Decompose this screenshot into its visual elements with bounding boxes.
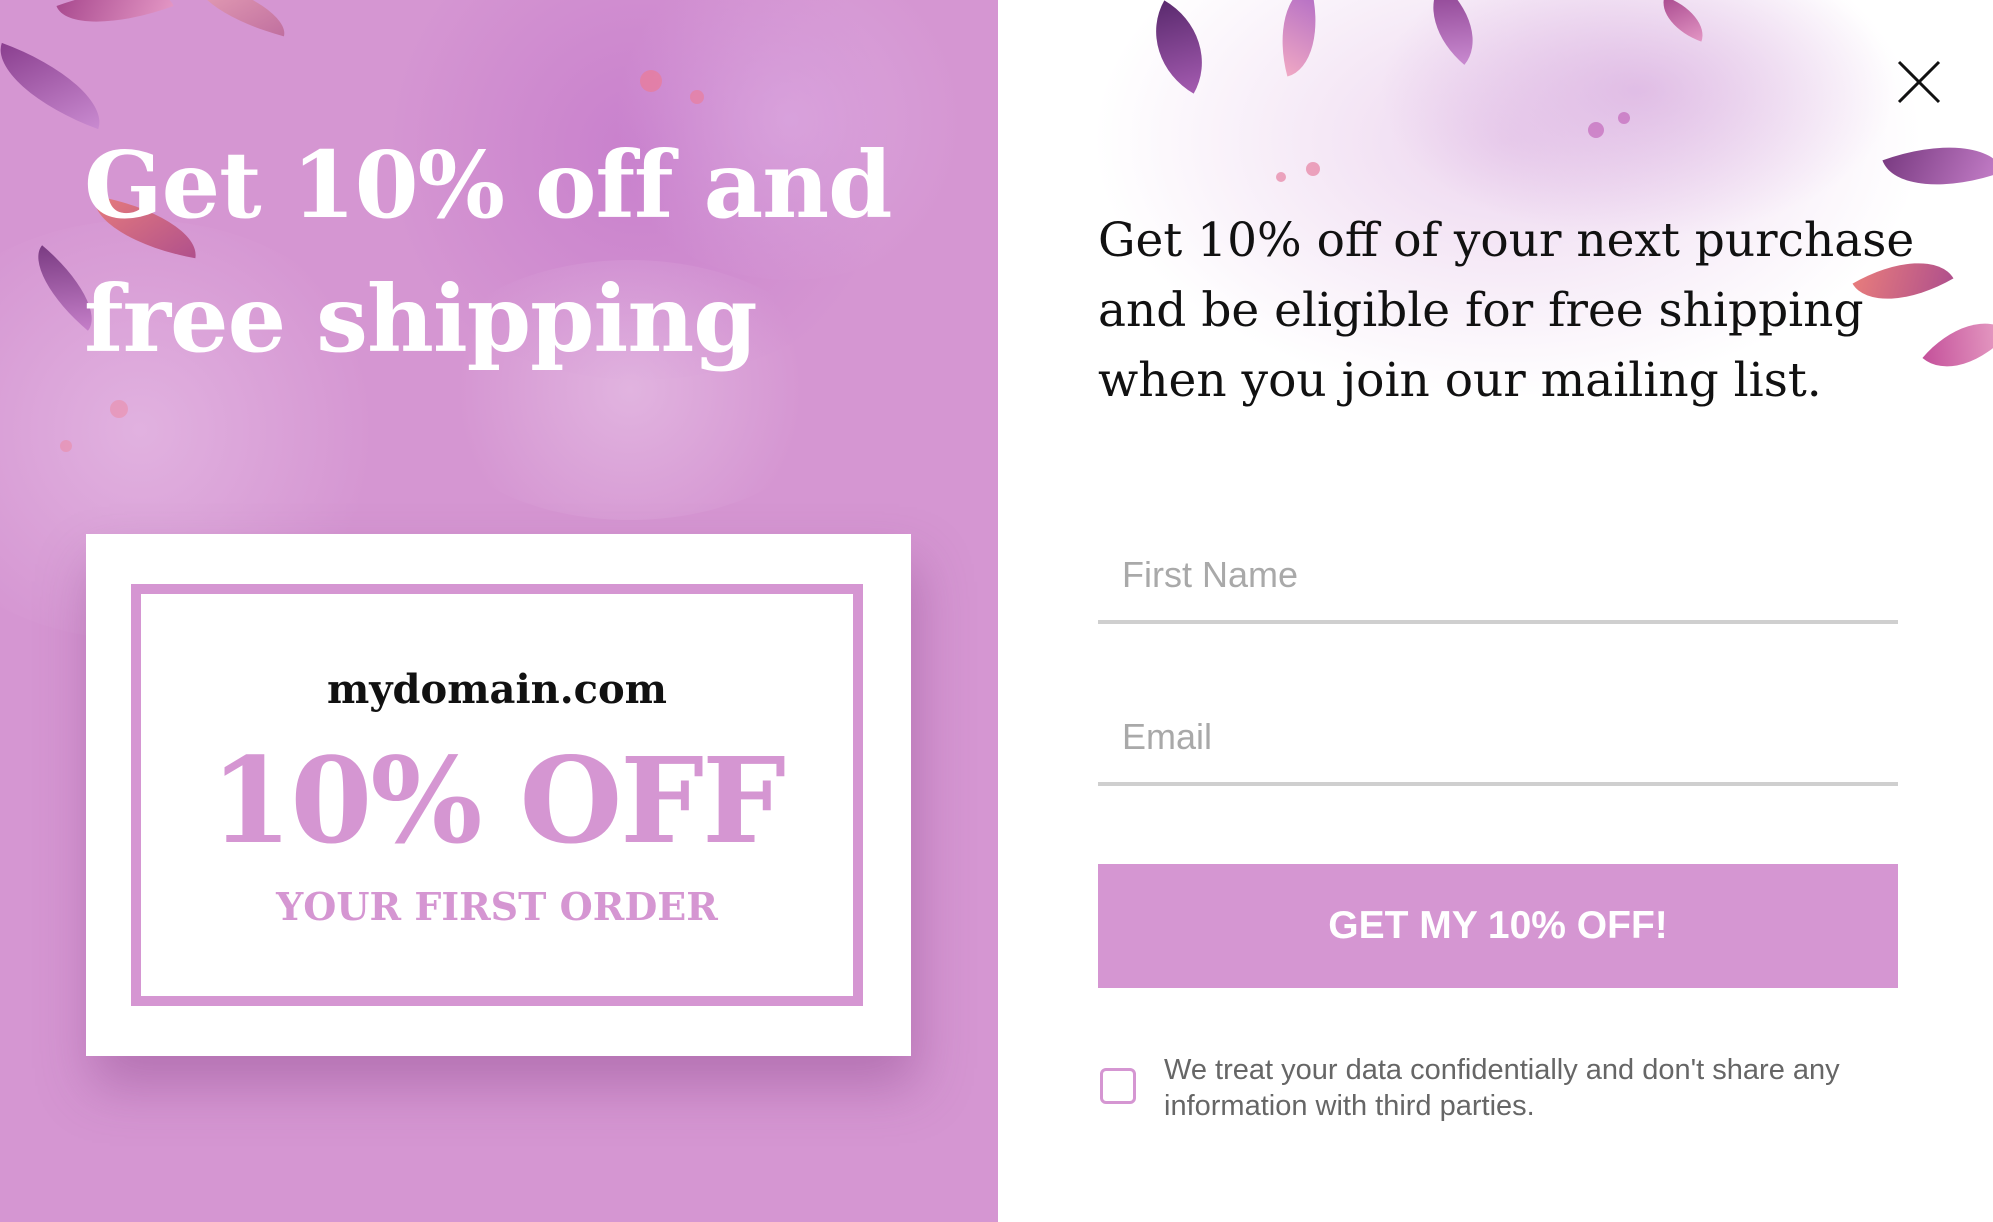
watercolor-splash xyxy=(1378,0,1898,240)
first-name-field[interactable] xyxy=(1098,530,1898,624)
consent-checkbox[interactable] xyxy=(1100,1068,1136,1104)
leaf-decoration xyxy=(1131,0,1227,94)
paint-dot xyxy=(1588,122,1604,138)
leaf-decoration xyxy=(187,0,293,37)
leaf-decoration xyxy=(1654,0,1712,42)
leaf-decoration xyxy=(1882,122,1993,210)
leaf-decoration xyxy=(0,42,115,130)
coupon-card: mydomain.com 10% OFF YOUR FIRST ORDER xyxy=(86,534,911,1056)
coupon-frame: mydomain.com 10% OFF YOUR FIRST ORDER xyxy=(131,584,863,1006)
paint-dot xyxy=(60,440,72,452)
paint-dot xyxy=(110,400,128,418)
leaf-decoration xyxy=(1410,0,1496,65)
coupon-amount: 10% OFF xyxy=(210,731,786,870)
consent-row: We treat your data confidentially and do… xyxy=(1098,1050,1918,1130)
leaf-decoration xyxy=(56,0,174,44)
get-discount-button[interactable]: GET MY 10% OFF! xyxy=(1098,864,1898,988)
paint-dot xyxy=(690,90,704,104)
close-icon xyxy=(1897,60,1941,104)
paint-dot xyxy=(1618,112,1630,124)
coupon-subtitle: YOUR FIRST ORDER xyxy=(276,884,718,929)
promo-panel: Get 10% off and free shipping mydomain.c… xyxy=(0,0,998,1222)
leaf-decoration xyxy=(1266,0,1332,77)
paint-dot xyxy=(640,70,662,92)
leaf-decoration xyxy=(1922,299,1993,391)
email-field[interactable] xyxy=(1098,692,1898,786)
promo-headline: Get 10% off and free shipping xyxy=(84,131,892,373)
paint-dot xyxy=(1276,172,1286,182)
paint-dot xyxy=(1306,162,1320,176)
signup-description: Get 10% off of your next purchase and be… xyxy=(1098,213,1915,408)
close-button[interactable] xyxy=(1895,58,1943,106)
coupon-domain: mydomain.com xyxy=(326,666,668,713)
signup-popup: Get 10% off and free shipping mydomain.c… xyxy=(0,0,1993,1222)
consent-text: We treat your data confidentially and do… xyxy=(1164,1054,1840,1122)
